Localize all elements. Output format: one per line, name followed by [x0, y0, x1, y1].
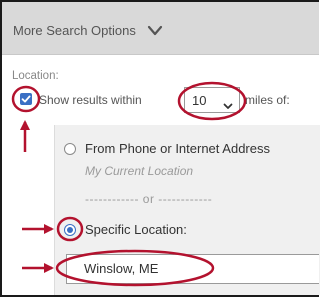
show-results-checkbox[interactable]: [20, 93, 32, 105]
miles-of-label: miles of:: [245, 93, 290, 107]
miles-select[interactable]: 10: [184, 87, 240, 113]
miles-select-value: 10: [192, 93, 207, 108]
more-search-options-header[interactable]: More Search Options: [2, 2, 319, 55]
specific-location-label: Specific Location:: [85, 222, 187, 237]
location-input-box[interactable]: [66, 254, 319, 284]
show-results-label: Show results within: [39, 93, 142, 107]
checkmark-icon: [21, 95, 31, 103]
or-separator: ------------ or ------------: [85, 192, 213, 206]
select-chevron-down-icon: [223, 97, 233, 115]
from-phone-label: From Phone or Internet Address: [85, 141, 270, 156]
location-input[interactable]: [84, 261, 284, 276]
chevron-down-icon[interactable]: [147, 24, 163, 42]
header-title: More Search Options: [13, 23, 136, 38]
from-phone-radio[interactable]: [64, 143, 76, 155]
specific-location-radio[interactable]: [64, 224, 76, 236]
location-label: Location:: [12, 70, 59, 82]
current-location-text: My Current Location: [85, 164, 194, 178]
